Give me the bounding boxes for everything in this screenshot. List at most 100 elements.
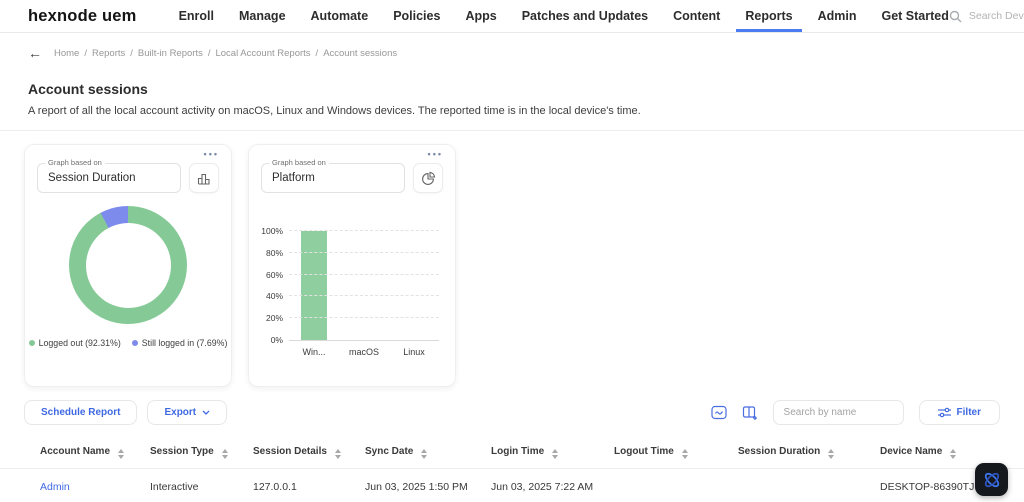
column-header-sync-date[interactable]: Sync Date	[365, 438, 491, 469]
session-duration-chart-card: ••• Graph based on Session Duration Logg…	[24, 144, 232, 387]
breadcrumb-separator: /	[84, 47, 87, 59]
export-label: Export	[164, 406, 197, 418]
card-menu-icon[interactable]: •••	[204, 149, 219, 159]
table-search-input[interactable]	[772, 399, 904, 425]
platform-chart-card: ••• Graph based on Platform 0% 20% 40% 60% 8…	[248, 144, 456, 387]
main-nav: Enroll Manage Automate Policies Apps Pat…	[179, 0, 949, 32]
gridline	[289, 230, 439, 231]
hexnode-logo: hexnode uem	[28, 6, 137, 25]
pie-chart-toggle-button[interactable]	[413, 163, 443, 193]
nav-item-manage[interactable]: Manage	[239, 0, 286, 32]
y-axis-tick: 60%	[265, 269, 283, 280]
x-axis-label: Win...	[302, 347, 326, 357]
bar-Win...	[301, 231, 327, 340]
column-header-logout-time[interactable]: Logout Time	[614, 438, 738, 469]
cell-session-type: Interactive	[150, 468, 253, 502]
breadcrumb: ← Home / Reports / Built-in Reports / Lo…	[0, 33, 1024, 60]
search-icon	[949, 10, 962, 23]
sort-icon[interactable]	[118, 449, 125, 459]
nav-item-patches-and-updates[interactable]: Patches and Updates	[522, 0, 648, 32]
filter-label: Filter	[956, 406, 981, 418]
bar-slot	[289, 231, 339, 340]
breadcrumb-built-in-reports[interactable]: Built-in Reports	[138, 48, 203, 59]
breadcrumb-account-sessions: Account sessions	[323, 47, 398, 59]
graph-based-on-select[interactable]: Graph based on Platform	[261, 158, 405, 193]
filter-button[interactable]: Filter	[918, 399, 1000, 425]
donut-hole	[85, 222, 171, 308]
nav-item-reports[interactable]: Reports	[736, 0, 802, 32]
bar-chart-toggle-button[interactable]	[189, 163, 219, 193]
nav-item-automate[interactable]: Automate	[311, 0, 369, 32]
sort-icon[interactable]	[828, 449, 835, 459]
global-search	[949, 10, 1024, 23]
account-name-link[interactable]: Admin	[40, 481, 70, 493]
schedule-report-button[interactable]: Schedule Report	[24, 399, 138, 425]
nav-item-enroll[interactable]: Enroll	[179, 0, 214, 32]
breadcrumb-separator: /	[315, 47, 319, 59]
cell-session-details: 127.0.0.1	[253, 468, 365, 502]
sort-icon[interactable]	[552, 449, 559, 459]
gridline	[289, 317, 439, 319]
cell-session-duration	[738, 468, 880, 502]
hexnode-knot-icon	[984, 472, 999, 487]
cell-sync-date: Jun 03, 2025 1:50 PM	[365, 468, 491, 502]
column-header-session-details[interactable]: Session Details	[253, 438, 365, 469]
cell-logout-time	[614, 468, 738, 502]
gridline	[289, 251, 439, 253]
breadcrumb-separator: /	[130, 47, 133, 59]
column-header-login-time[interactable]: Login Time	[491, 438, 614, 469]
bar-slot	[389, 231, 439, 340]
y-axis-tick: 20%	[265, 313, 283, 324]
sort-icon[interactable]	[221, 449, 228, 459]
gridline	[289, 295, 439, 297]
filter-sliders-icon	[937, 407, 951, 417]
hexnode-chat-widget[interactable]	[975, 463, 1008, 496]
sort-icon[interactable]	[681, 449, 688, 459]
y-axis-tick: 100%	[261, 226, 283, 236]
nav-item-admin[interactable]: Admin	[818, 0, 857, 32]
graph-based-on-value: Session Duration	[48, 172, 136, 184]
legend-label-still-logged-in: Still logged in (7.69%)	[141, 338, 228, 348]
page-title: Account sessions	[28, 81, 148, 97]
global-search-input[interactable]	[968, 10, 1024, 22]
top-navbar: hexnode uem Enroll Manage Automate Polic…	[0, 0, 1024, 33]
column-header-session-type[interactable]: Session Type	[150, 438, 253, 469]
nav-item-content[interactable]: Content	[673, 0, 720, 32]
graph-view-toggle-icon[interactable]	[710, 405, 727, 420]
breadcrumb-reports[interactable]: Reports	[92, 48, 125, 59]
x-axis-label: Linux	[403, 347, 425, 357]
x-axis-label: macOS	[348, 347, 379, 357]
graph-based-on-label: Graph based on	[45, 158, 105, 167]
back-arrow-icon[interactable]: ←	[28, 46, 42, 60]
export-button[interactable]: Export	[147, 399, 228, 425]
legend-dot-logged-out	[28, 340, 35, 346]
table-row[interactable]: Admin Interactive 127.0.0.1 Jun 03, 2025…	[0, 468, 1024, 502]
graph-based-on-select[interactable]: Graph based on Session Duration	[37, 158, 181, 193]
graph-based-on-label: Graph based on	[269, 158, 329, 167]
column-header-session-duration[interactable]: Session Duration	[738, 438, 880, 469]
legend-label-logged-out: Logged out (92.31%)	[38, 338, 121, 348]
sort-icon[interactable]	[421, 449, 428, 459]
sort-icon[interactable]	[334, 449, 341, 459]
legend-item-logged-out: Logged out (92.31%)	[28, 338, 121, 348]
table-header-row: Account Name Session Type Session Detail…	[0, 438, 1024, 469]
gridline	[289, 273, 439, 275]
donut-legend: Logged out (92.31%) Still logged in (7.6…	[25, 338, 231, 348]
column-header-account-name[interactable]: Account Name	[0, 438, 150, 469]
breadcrumb-home[interactable]: Home	[54, 48, 79, 59]
add-column-icon[interactable]	[742, 405, 758, 420]
card-menu-icon[interactable]: •••	[428, 149, 443, 159]
nav-item-apps[interactable]: Apps	[465, 0, 496, 32]
bar-slot	[339, 231, 389, 340]
graph-based-on-value: Platform	[272, 172, 315, 184]
platform-bar-plot: 0% 20% 40% 60% 80% 100%	[261, 226, 439, 345]
nav-item-get-started[interactable]: Get Started	[881, 0, 948, 32]
sort-icon[interactable]	[950, 449, 957, 459]
platform-x-axis-labels: Win... macOS Linux	[289, 347, 439, 357]
chevron-down-icon	[202, 410, 210, 415]
y-axis-tick: 0%	[270, 335, 283, 345]
y-axis-tick: 40%	[265, 291, 283, 302]
nav-item-policies[interactable]: Policies	[393, 0, 440, 32]
page-description: A report of all the local account activi…	[28, 105, 641, 117]
breadcrumb-local-account-reports[interactable]: Local Account Reports	[215, 48, 310, 59]
